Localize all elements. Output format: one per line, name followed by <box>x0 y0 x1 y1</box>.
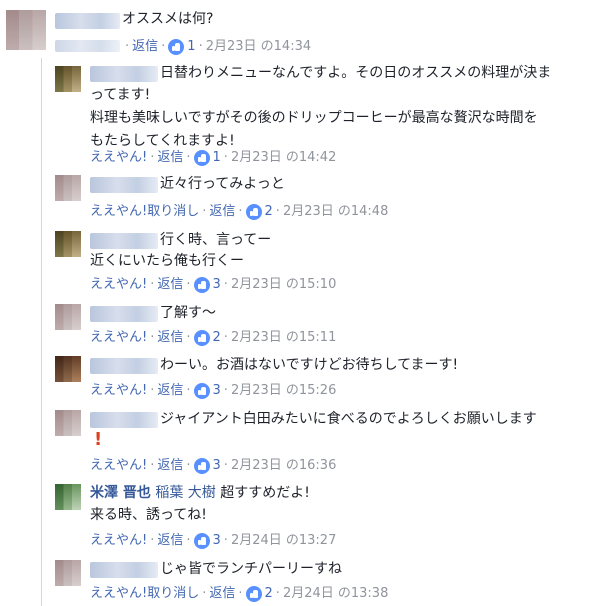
reply-meta: ええやん! · 返信 · 3 · 2月23日 の15:10 <box>90 276 337 294</box>
avatar[interactable] <box>55 560 81 586</box>
reply-meta: ええやん! · 返信 · 2 · 2月23日 の15:11 <box>90 329 337 347</box>
timestamp[interactable]: 2月23日 の15:26 <box>231 382 336 400</box>
reply-link[interactable]: 返信 <box>132 38 158 56</box>
author-name-blurred[interactable] <box>90 233 158 249</box>
like-count[interactable]: 3 <box>193 382 221 400</box>
like-action[interactable]: ええやん! <box>90 382 147 400</box>
thumbs-up-icon <box>193 277 210 293</box>
reply-link[interactable]: 返信 <box>157 149 183 167</box>
reply-text-line: 来る時、誘ってね! <box>90 507 207 523</box>
like-action[interactable]: ええやん! <box>90 276 147 294</box>
reply-text-line: ってます! <box>90 87 151 103</box>
author-name-blurred[interactable] <box>90 177 158 193</box>
like-count[interactable]: 1 <box>168 38 196 56</box>
like-count[interactable]: 2 <box>245 585 273 603</box>
like-count[interactable]: 2 <box>193 329 221 347</box>
avatar[interactable] <box>55 175 81 201</box>
avatar[interactable] <box>55 231 81 257</box>
timestamp[interactable]: 2月24日 の13:27 <box>231 532 336 550</box>
reply-meta: ええやん! · 返信 · 3 · 2月24日 の13:27 <box>90 532 337 550</box>
author-name-blurred[interactable] <box>90 306 158 322</box>
thumbs-up-icon <box>193 150 210 166</box>
timestamp[interactable]: 2月23日 の14:42 <box>231 149 336 167</box>
reply-text-line: 日替わりメニューなんですよ。その日のオススメの料理が決ま <box>160 65 552 81</box>
comment-meta: · 返信 · 1 · 2月23日 の14:34 <box>125 38 312 56</box>
like-action[interactable]: ええやん! <box>90 329 147 347</box>
author-name-blurred[interactable] <box>90 358 158 374</box>
tagged-user[interactable]: 稲葉 大樹 <box>155 485 215 501</box>
avatar[interactable] <box>6 10 46 50</box>
like-count[interactable]: 2 <box>245 203 273 221</box>
like-action[interactable]: ええやん!取り消し <box>90 203 199 221</box>
timestamp[interactable]: 2月23日 の15:10 <box>231 276 336 294</box>
thumbs-up-icon <box>193 458 210 474</box>
like-action[interactable]: ええやん! <box>90 457 147 475</box>
top-comment: オススメは何? · 返信 · 1 · 2月23日 の14:34 <box>0 0 600 60</box>
reply-link[interactable]: 返信 <box>157 382 183 400</box>
author-name[interactable]: 米澤 晋也 <box>90 485 151 501</box>
thumbs-up-icon <box>193 533 210 549</box>
like-count[interactable]: 3 <box>193 457 221 475</box>
reply-meta: ええやん! · 返信 · 3 · 2月23日 の16:36 <box>90 457 337 475</box>
timestamp[interactable]: 2月23日 の15:11 <box>231 329 336 347</box>
reply-text-line: じゃ皆でランチパーリーすね <box>160 561 342 577</box>
reply-meta: ええやん!取り消し · 返信 · 2 · 2月24日 の13:38 <box>90 585 389 603</box>
like-count[interactable]: 3 <box>193 532 221 550</box>
reply-meta: ええやん! · 返信 · 1 · 2月23日 の14:42 <box>90 149 337 167</box>
timestamp[interactable]: 2月24日 の13:38 <box>283 585 388 603</box>
reply-text-line: 近くにいたら俺も行くー <box>90 253 244 269</box>
avatar[interactable] <box>55 304 81 330</box>
like-action[interactable]: ええやん! <box>90 149 147 167</box>
comment-text: オススメは何? <box>122 11 214 27</box>
reply-text-line: 近々行ってみよっと <box>160 176 285 192</box>
reply-thread: 日替わりメニューなんですよ。その日のオススメの料理が決ま ってます! 料理も美味… <box>41 58 600 606</box>
avatar[interactable] <box>55 356 81 382</box>
reply-link[interactable]: 返信 <box>209 585 235 603</box>
reply-text-line: ジャイアント白田みたいに食べるのでよろしくお願いします <box>160 411 537 427</box>
reply-link[interactable]: 返信 <box>157 329 183 347</box>
thumbs-up-icon <box>245 586 262 602</box>
reply-link[interactable]: 返信 <box>157 276 183 294</box>
thumbs-up-icon <box>193 383 210 399</box>
author-name-blurred[interactable] <box>90 66 158 82</box>
reply-text-line: わーい。お酒はないですけどお待ちしてまーす! <box>160 357 459 373</box>
thumbs-up-icon <box>168 39 185 55</box>
reply-meta: ええやん!取り消し · 返信 · 2 · 2月23日 の14:48 <box>90 203 389 221</box>
thumbs-up-icon <box>245 204 262 220</box>
like-action[interactable]: ええやん!取り消し <box>90 585 199 603</box>
avatar[interactable] <box>55 410 81 436</box>
reply-text-line: 了解す〜 <box>160 305 216 321</box>
author-name-blurred[interactable] <box>55 13 120 29</box>
timestamp[interactable]: 2月23日 の14:34 <box>206 38 311 56</box>
timestamp[interactable]: 2月23日 の14:48 <box>283 203 388 221</box>
like-count[interactable]: 1 <box>193 149 221 167</box>
blurred-meta <box>55 40 120 52</box>
author-name-blurred[interactable] <box>90 412 158 428</box>
like-count[interactable]: 3 <box>193 276 221 294</box>
exclamation-emoji: ! <box>94 429 103 450</box>
timestamp[interactable]: 2月23日 の16:36 <box>231 457 336 475</box>
reply-link[interactable]: 返信 <box>157 532 183 550</box>
reply-text-line: 料理も美味しいですがその後のドリップコーヒーが最高な贅沢な時間を <box>90 110 538 126</box>
reply-text-line: 行く時、言ってー <box>160 232 272 248</box>
thumbs-up-icon <box>193 330 210 346</box>
like-action[interactable]: ええやん! <box>90 532 147 550</box>
avatar[interactable] <box>55 66 81 92</box>
reply-first-line: 米澤 晋也 稲葉 大樹 超すすめだよ! <box>90 482 310 505</box>
reply-link[interactable]: 返信 <box>157 457 183 475</box>
avatar[interactable] <box>55 484 81 510</box>
reply-meta: ええやん! · 返信 · 3 · 2月23日 の15:26 <box>90 382 337 400</box>
reply-text-line: 超すすめだよ! <box>220 485 310 501</box>
author-name-blurred[interactable] <box>90 562 158 578</box>
reply-link[interactable]: 返信 <box>209 203 235 221</box>
